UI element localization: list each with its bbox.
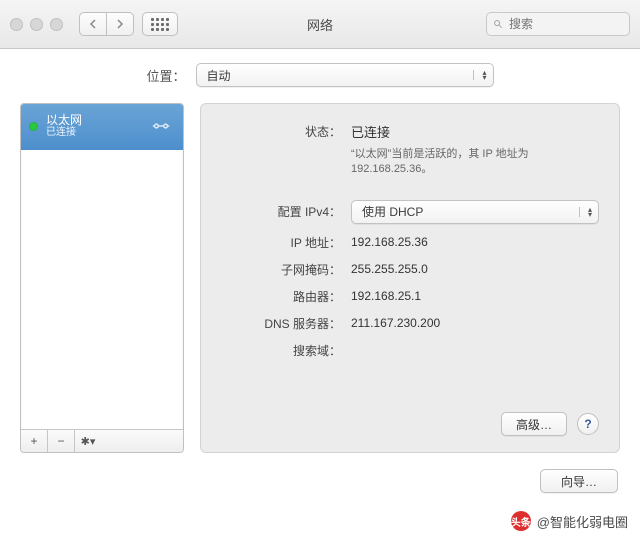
gear-icon: ✱▾ — [81, 435, 96, 448]
remove-interface-button[interactable]: − — [48, 430, 75, 452]
zoom-button[interactable] — [50, 18, 63, 31]
minus-icon: − — [57, 434, 64, 448]
interface-name: 以太网 — [46, 113, 82, 127]
assist-button[interactable]: 向导… — [540, 469, 618, 493]
ipv4-popup[interactable]: 使用 DHCP ▴▾ — [351, 200, 599, 224]
status-note: “以太网”当前是活跃的，其 IP 地址为 192.168.25.36。 — [351, 147, 599, 178]
show-all-button[interactable] — [142, 12, 178, 36]
interfaces-list[interactable]: 以太网 已连接 — [21, 104, 183, 429]
ipv4-label: 配置 IPv4： — [221, 203, 351, 220]
help-icon: ? — [584, 417, 591, 431]
mask-row: 子网掩码： 255.255.255.0 — [221, 261, 599, 278]
attribution-logo: 头条 — [511, 511, 531, 531]
mask-label: 子网掩码： — [221, 261, 351, 278]
ip-value: 192.168.25.36 — [351, 235, 428, 249]
attribution: 头条 @智能化弱电圈 — [511, 511, 628, 531]
search-domains-row: 搜索域： — [221, 342, 599, 359]
ip-label: IP 地址： — [221, 234, 351, 251]
location-label: 位置： — [146, 66, 185, 85]
location-row: 位置： 自动 ▴▾ — [0, 49, 640, 97]
status-row: 状态： 已连接 — [221, 122, 599, 141]
location-popup[interactable]: 自动 ▴▾ — [196, 63, 494, 87]
ip-row: IP 地址： 192.168.25.36 — [221, 234, 599, 251]
updown-icon: ▴▾ — [473, 70, 486, 80]
mask-value: 255.255.255.0 — [351, 262, 428, 276]
search-label: 搜索域： — [221, 342, 351, 359]
close-button[interactable] — [10, 18, 23, 31]
plus-icon: + — [30, 434, 37, 448]
sidebar-item-ethernet[interactable]: 以太网 已连接 — [21, 104, 183, 150]
sidebar-toolbar: + − ✱▾ — [21, 429, 183, 452]
back-button[interactable] — [80, 13, 106, 35]
status-dot-icon — [29, 122, 38, 131]
footer: 向导… — [0, 457, 640, 493]
advanced-row: 高级… ? — [221, 412, 599, 436]
status-value: 已连接 — [351, 122, 390, 141]
dns-row: DNS 服务器： 211.167.230.200 — [221, 315, 599, 332]
nav-group — [79, 12, 134, 36]
status-label: 状态： — [221, 123, 351, 140]
content-area: 以太网 已连接 + − ✱▾ — [0, 97, 640, 457]
forward-button[interactable] — [106, 13, 133, 35]
detail-pane: 状态： 已连接 “以太网”当前是活跃的，其 IP 地址为 192.168.25.… — [200, 103, 620, 453]
dns-value: 211.167.230.200 — [351, 316, 440, 330]
location-value: 自动 — [207, 67, 231, 84]
title-bar: 网络 — [0, 0, 640, 49]
search-field-wrap[interactable] — [486, 12, 630, 36]
ethernet-icon — [147, 112, 175, 140]
interfaces-sidebar: 以太网 已连接 + − ✱▾ — [20, 103, 184, 453]
help-button[interactable]: ? — [577, 413, 599, 435]
ipv4-value: 使用 DHCP — [362, 203, 423, 220]
router-row: 路由器： 192.168.25.1 — [221, 288, 599, 305]
advanced-button[interactable]: 高级… — [501, 412, 567, 436]
add-interface-button[interactable]: + — [21, 430, 48, 452]
router-label: 路由器： — [221, 288, 351, 305]
attribution-text: @智能化弱电圈 — [537, 512, 628, 531]
ipv4-row: 配置 IPv4： 使用 DHCP ▴▾ — [221, 200, 599, 224]
router-value: 192.168.25.1 — [351, 289, 421, 303]
search-icon — [493, 19, 503, 29]
action-menu-button[interactable]: ✱▾ — [75, 430, 101, 452]
updown-icon: ▴▾ — [579, 207, 592, 217]
window-controls — [10, 18, 63, 31]
interface-status: 已连接 — [46, 127, 82, 139]
sidebar-item-text: 以太网 已连接 — [46, 113, 82, 139]
minimize-button[interactable] — [30, 18, 43, 31]
search-input[interactable] — [507, 16, 623, 32]
dns-label: DNS 服务器： — [221, 315, 351, 332]
